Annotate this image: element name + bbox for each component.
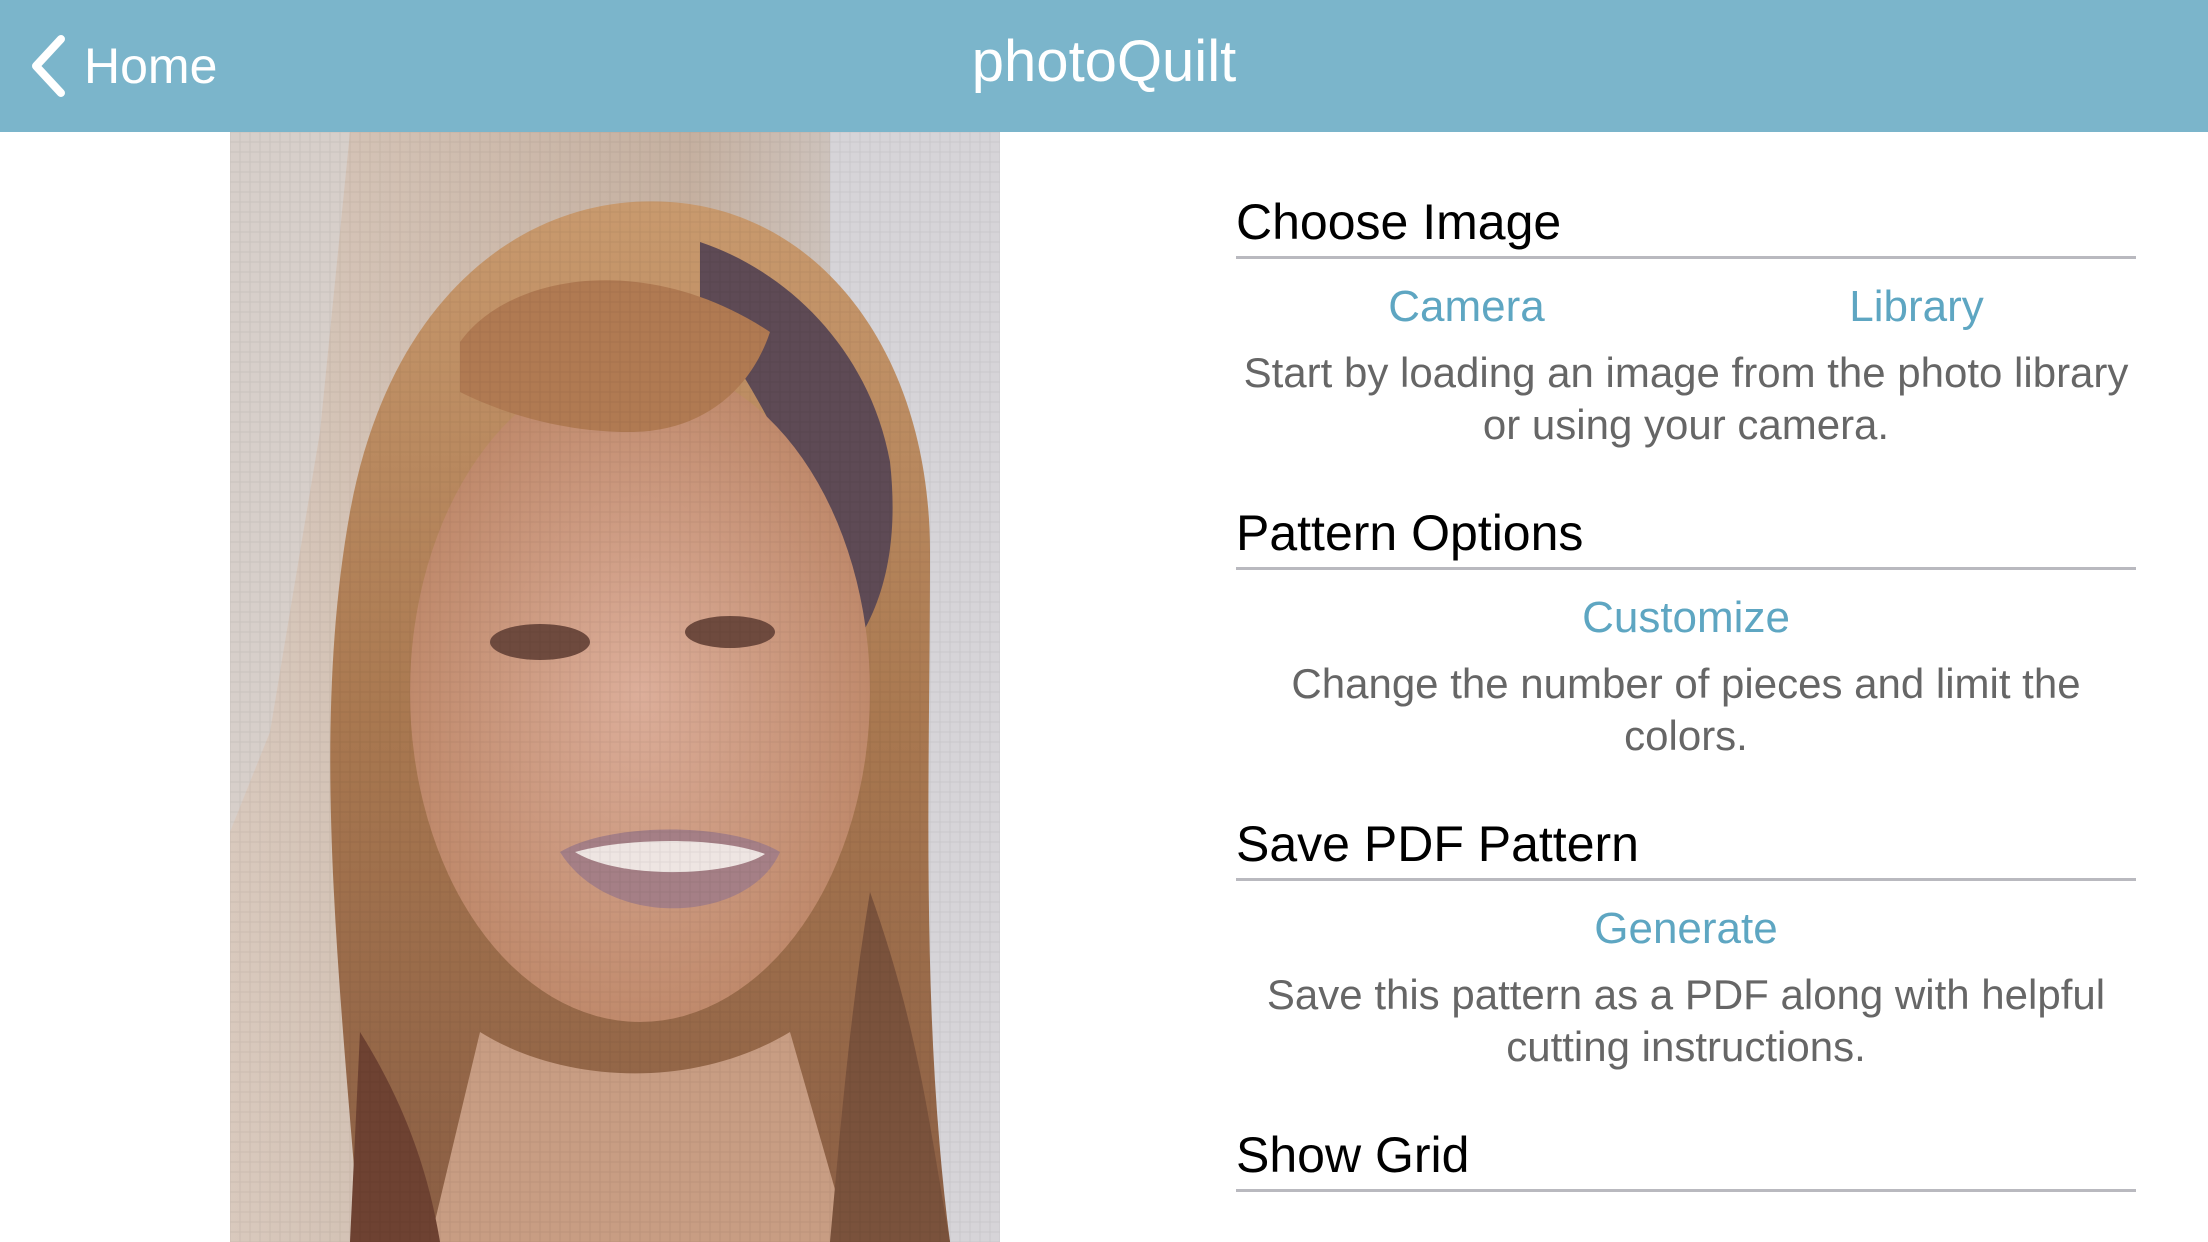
save-pdf-description: Save this pattern as a PDF along with he… — [1266, 971, 2106, 1070]
quilt-pattern-preview — [230, 132, 1000, 1242]
pattern-options-header: Pattern Options — [1236, 503, 2136, 570]
customize-button[interactable]: Customize — [1582, 593, 1790, 643]
quilt-preview-image — [230, 132, 1000, 1242]
pattern-options-description: Change the number of pieces and limit th… — [1291, 660, 2081, 759]
choose-image-section: Choose Image Camera Library Start by loa… — [1236, 192, 2136, 451]
show-grid-header: Show Grid — [1236, 1125, 2136, 1192]
camera-button[interactable]: Camera — [1388, 282, 1545, 332]
choose-image-actions: Camera Library — [1236, 277, 2136, 337]
choose-image-header: Choose Image — [1236, 192, 2136, 259]
page-title: photoQuilt — [971, 29, 1237, 94]
navigation-bar: Home photoQuilt — [0, 0, 2208, 132]
options-panel: Choose Image Camera Library Start by loa… — [1236, 132, 2136, 1192]
choose-image-description: Start by loading an image from the photo… — [1243, 349, 2129, 448]
show-grid-section[interactable]: Show Grid — [1236, 1125, 2136, 1192]
library-button[interactable]: Library — [1849, 282, 1984, 332]
save-pdf-section: Save PDF Pattern Generate Save this patt… — [1236, 814, 2136, 1073]
save-pdf-actions: Generate — [1236, 899, 2136, 959]
pattern-options-actions: Customize — [1236, 588, 2136, 648]
save-pdf-header: Save PDF Pattern — [1236, 814, 2136, 881]
pattern-options-section: Pattern Options Customize Change the num… — [1236, 503, 2136, 762]
generate-button[interactable]: Generate — [1594, 904, 1777, 954]
